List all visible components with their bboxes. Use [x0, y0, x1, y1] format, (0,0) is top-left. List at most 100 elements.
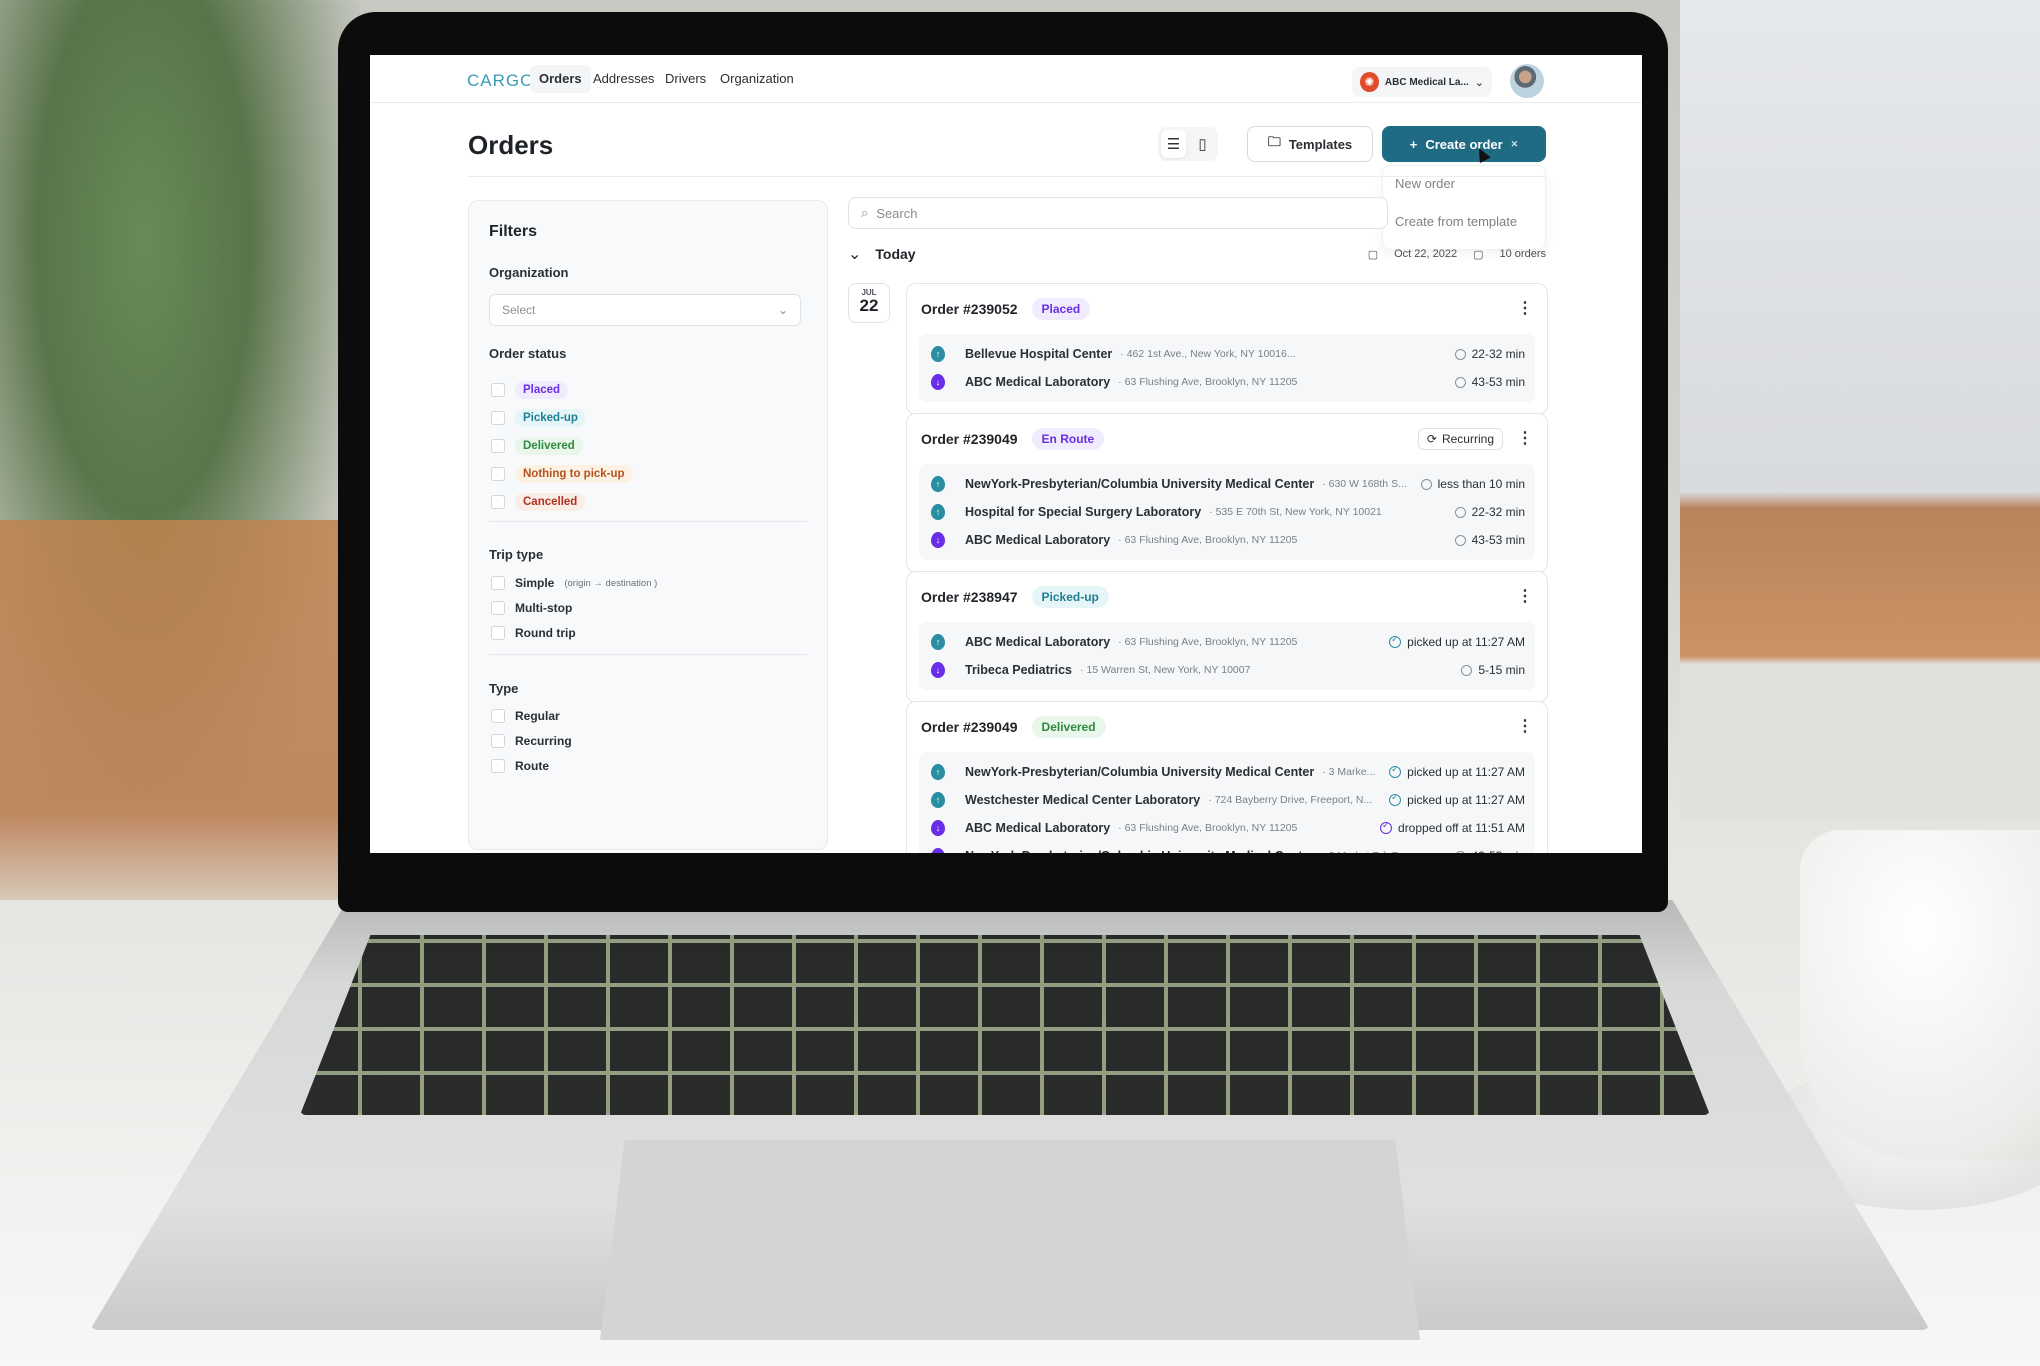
stop-row: ↑ Hospital for Special Surgery Laborator…: [919, 498, 1535, 526]
stop-name: Westchester Medical Center Laboratory: [965, 793, 1201, 807]
stops-list: ↑ NewYork-Presbyterian/Columbia Universi…: [919, 464, 1535, 560]
order-card[interactable]: Order #239052 Placed ⋮ ↑ Bellevue Hospit…: [906, 283, 1548, 415]
type-label: Route: [515, 759, 549, 773]
status-filter-row[interactable]: Picked-up: [491, 409, 586, 427]
clock-icon: [1454, 348, 1466, 360]
order-card[interactable]: Order #239049 En Route ⟳ Recurring ⋮ ↑ New…: [906, 413, 1548, 573]
order-status-label: Order status: [489, 346, 567, 361]
chevron-down-icon: ⌄: [1474, 76, 1484, 89]
checkbox[interactable]: [491, 411, 505, 425]
stop-time: picked up at 11:27 AM: [1377, 792, 1525, 807]
type-row[interactable]: Recurring: [491, 734, 572, 748]
chevron-down-icon[interactable]: ⌄: [848, 244, 861, 264]
stop-time-text: picked up at 11:27 AM: [1407, 765, 1525, 779]
stop-time: 22-32 min: [1443, 347, 1525, 361]
status-filter-row[interactable]: Cancelled: [491, 493, 586, 511]
more-options-icon[interactable]: ⋮: [1517, 589, 1533, 605]
more-options-icon[interactable]: ⋮: [1517, 301, 1533, 317]
trip-type-row[interactable]: Round trip: [491, 626, 586, 640]
laptop-trackpad: [600, 1140, 1420, 1340]
trip-type-label: Multi-stop: [515, 601, 573, 615]
stop-address-text: 462 1st Ave., New York, NY 10016...: [1126, 348, 1296, 360]
trip-type-row[interactable]: Simple (origin → destination ): [491, 576, 657, 590]
stop-name: ABC Medical Laboratory: [965, 533, 1111, 547]
menu-item-new-order[interactable]: New order: [1395, 176, 1455, 191]
status-filter-row[interactable]: Nothing to pick-up: [491, 465, 633, 483]
search-placeholder: Search: [876, 205, 918, 221]
checkbox[interactable]: [491, 734, 505, 748]
dropoff-pin-icon: ↓: [931, 820, 945, 836]
order-card[interactable]: Order #238947 Picked-up ⋮ ↑ ABC Medical …: [906, 571, 1548, 703]
create-order-button[interactable]: + Create order ✕: [1382, 126, 1546, 162]
more-options-icon[interactable]: ⋮: [1517, 719, 1533, 735]
stop-address-text: 63 Flushing Ave, Brooklyn, NY 11205: [1124, 822, 1298, 834]
nav-item-orders[interactable]: Orders: [530, 65, 591, 93]
clock-icon: [1454, 506, 1466, 518]
checkbox[interactable]: [491, 439, 505, 453]
divider: [468, 176, 1546, 177]
type-row[interactable]: Regular: [491, 709, 560, 723]
order-header: Order #239049 Delivered ⋮: [907, 702, 1547, 752]
trip-type-sub: (origin → destination ): [564, 577, 658, 589]
logo-text: CARGO: [467, 71, 535, 90]
chevron-down-icon: ⌄: [777, 303, 788, 317]
stop-name: Bellevue Hospital Center: [965, 347, 1113, 361]
status-badge: En Route: [1031, 428, 1105, 450]
nav-item-addresses[interactable]: Addresses: [584, 65, 663, 93]
group-header: ⌄ Today ▢ Oct 22, 2022 ▢ 10 orders: [848, 243, 1546, 265]
status-filter-row[interactable]: Placed: [491, 381, 569, 399]
organization-select-value: Select: [502, 303, 536, 317]
order-card[interactable]: Order #239049 Delivered ⋮ ↑ NewYork-Pres…: [906, 701, 1548, 853]
templates-button[interactable]: 🗀 Templates: [1247, 126, 1373, 162]
stop-name: ABC Medical Laboratory: [965, 375, 1111, 389]
pickup-pin-icon: ↑: [931, 634, 945, 650]
collapse-icon: ✕: [1510, 138, 1519, 149]
checkbox[interactable]: [491, 626, 505, 640]
user-avatar[interactable]: [1510, 64, 1544, 98]
organization-select[interactable]: Select ⌄: [489, 294, 801, 326]
checkbox[interactable]: [491, 759, 505, 773]
divider: [489, 654, 807, 655]
menu-item-create-from-template[interactable]: Create from template: [1395, 214, 1517, 229]
list-view-button[interactable]: ☰: [1161, 130, 1186, 158]
order-id: Order #239049: [921, 719, 1018, 735]
search-input[interactable]: ⌕ Search: [848, 197, 1388, 229]
type-row[interactable]: Route: [491, 759, 549, 773]
stop-row: ↑ Bellevue Hospital Center · 462 1st Ave…: [919, 340, 1535, 368]
map-view-button[interactable]: ▯: [1190, 130, 1215, 158]
templates-label: Templates: [1288, 136, 1353, 152]
checkbox[interactable]: [491, 495, 505, 509]
checkbox[interactable]: [491, 383, 505, 397]
stop-address: · 3 Marke...: [1322, 766, 1376, 778]
trip-type-label: Trip type: [489, 547, 544, 562]
calendar-icon: ▢: [1367, 248, 1379, 261]
more-options-icon[interactable]: ⋮: [1517, 431, 1533, 447]
stop-address-text: 724 Bayberry Drive, Freeport, N...: [1214, 794, 1373, 806]
trip-type-row[interactable]: Multi-stop: [491, 601, 582, 615]
checkbox[interactable]: [491, 709, 505, 723]
stop-time-text: 43-53 min: [1471, 533, 1525, 547]
type-label: Type: [489, 681, 519, 696]
order-header: Order #238947 Picked-up ⋮: [907, 572, 1547, 622]
nav-item-organization[interactable]: Organization: [711, 65, 803, 93]
group-label: Today: [875, 246, 916, 262]
filters-title: Filters: [489, 223, 538, 240]
checkbox[interactable]: [491, 576, 505, 590]
stop-time: 43-53 min: [1443, 375, 1525, 389]
stop-time: 5-15 min: [1449, 663, 1525, 677]
group-count: 10 orders: [1499, 248, 1546, 260]
type-label: Recurring: [515, 734, 572, 748]
nav-item-drivers[interactable]: Drivers: [656, 65, 715, 93]
checkbox[interactable]: [491, 467, 505, 481]
stop-time-text: less than 10 min: [1437, 477, 1525, 491]
stop-row: ↑ NewYork-Presbyterian/Columbia Universi…: [919, 470, 1535, 498]
stop-row: ↓ ABC Medical Laboratory · 63 Flushing A…: [919, 368, 1535, 396]
organization-switcher[interactable]: ✺ ABC Medical La... ⌄: [1352, 67, 1492, 97]
plus-icon: +: [1409, 136, 1418, 152]
pickup-pin-icon: ↑: [931, 476, 945, 492]
checkbox[interactable]: [491, 601, 505, 615]
stop-row: ↓ Tribeca Pediatrics · 15 Warren St, New…: [919, 656, 1535, 684]
stop-time: less than 10 min: [1409, 477, 1525, 491]
status-filter-row[interactable]: Delivered: [491, 437, 583, 455]
status-chip: Placed: [515, 381, 569, 399]
